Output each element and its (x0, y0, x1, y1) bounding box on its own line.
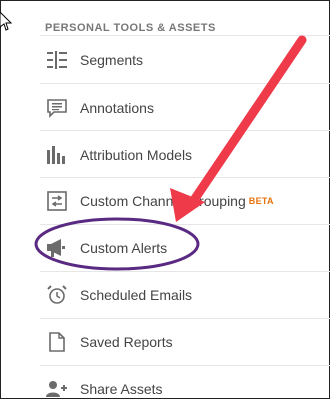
custom-channel-grouping-icon (46, 190, 68, 212)
menu-item-custom-alerts[interactable]: Custom Alerts (40, 224, 330, 271)
alarm-clock-icon (46, 284, 68, 306)
segments-icon (46, 49, 68, 71)
menu-item-label: Share Assets (80, 380, 163, 397)
megaphone-icon (46, 237, 68, 259)
menu-item-label: Scheduled Emails (80, 286, 193, 303)
menu-item-label: Saved Reports (80, 333, 173, 350)
menu-item-saved-reports[interactable]: Saved Reports (40, 318, 330, 365)
document-icon (46, 331, 68, 353)
menu-item-segments[interactable]: Segments (40, 36, 330, 83)
menu-item-attribution-models[interactable]: Attribution Models (40, 131, 330, 178)
beta-badge: BETA (248, 195, 274, 206)
menu-item-label: Attribution Models (80, 146, 193, 163)
annotations-icon (46, 97, 68, 119)
menu-item-annotations[interactable]: Annotations (40, 84, 330, 131)
menu-item-label: Custom Channel Grouping (80, 192, 246, 209)
attribution-models-icon (46, 144, 68, 166)
menu-item-label: Annotations (80, 99, 154, 116)
add-user-icon (46, 378, 68, 400)
personal-tools-menu: PERSONAL TOOLS & ASSETS Segments Annotat… (0, 0, 332, 401)
menu-item-custom-channel-grouping[interactable]: Custom Channel Grouping BETA (40, 177, 330, 224)
menu-item-label: Segments (80, 51, 144, 68)
menu-item-share-assets[interactable]: Share Assets (40, 365, 330, 412)
menu-item-scheduled-emails[interactable]: Scheduled Emails (40, 271, 330, 318)
section-title: PERSONAL TOOLS & ASSETS (45, 22, 216, 34)
menu-item-label: Custom Alerts (80, 239, 168, 256)
mouse-pointer-icon (0, 12, 13, 31)
